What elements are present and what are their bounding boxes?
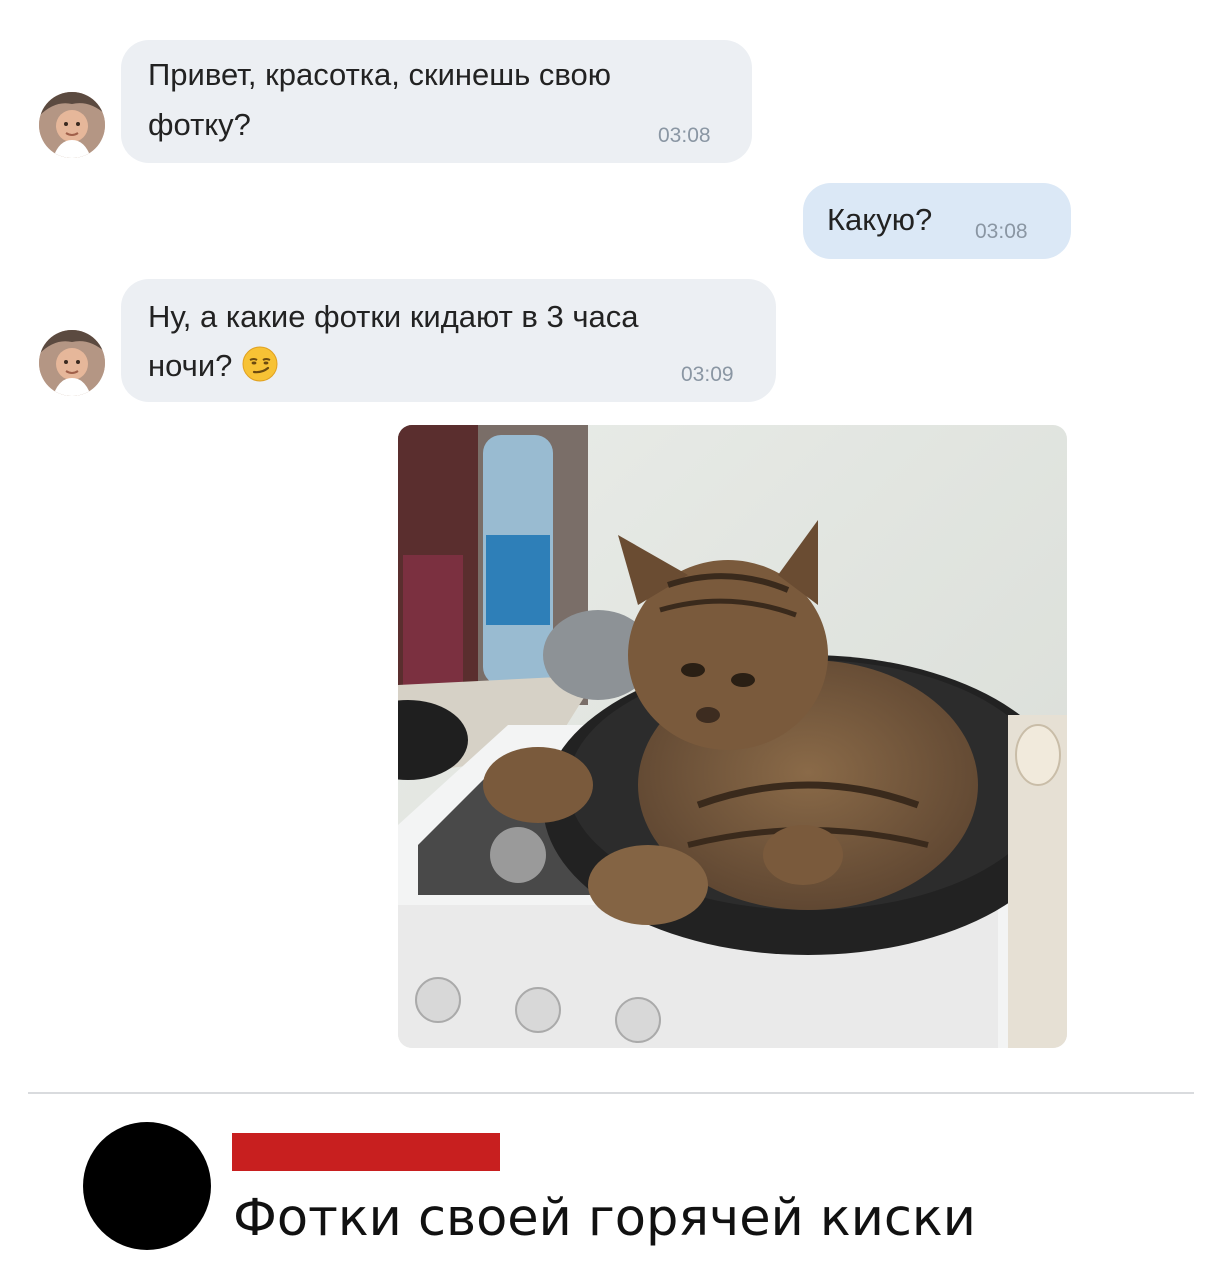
message-bubble-outgoing[interactable]: Какую? 03:08 (803, 183, 1071, 259)
message-bubble-incoming[interactable]: Привет, красотка, скинешь свою фотку? 03… (121, 40, 752, 163)
message-text: Какую? (827, 202, 933, 237)
message-bubble-incoming[interactable]: Ну, а какие фотки кидают в 3 часа ночи? … (121, 279, 776, 402)
sender-avatar-image (39, 330, 105, 396)
message-text: ночи? (148, 348, 233, 383)
message-text: Привет, красотка, скинешь свою (148, 57, 612, 92)
message-text-line2: ночи? (148, 343, 278, 389)
message-time: 03:09 (681, 363, 734, 386)
commenter-avatar[interactable] (83, 1122, 211, 1250)
divider (28, 1092, 1194, 1094)
attached-photo[interactable] (398, 425, 1067, 1048)
sender-avatar-image (39, 92, 105, 158)
message-text: Ну, а какие фотки кидают в 3 часа (148, 299, 639, 334)
message-text: фотку? (148, 107, 251, 142)
avatar[interactable] (39, 330, 105, 396)
cat-in-frying-pan-image (398, 425, 1067, 1048)
smirking-face-icon (242, 346, 278, 382)
comment-text: Фотки своей горячей киски (233, 1189, 976, 1248)
redacted-username (232, 1133, 500, 1171)
message-time: 03:08 (975, 220, 1028, 243)
message-time: 03:08 (658, 124, 711, 147)
avatar[interactable] (39, 92, 105, 158)
